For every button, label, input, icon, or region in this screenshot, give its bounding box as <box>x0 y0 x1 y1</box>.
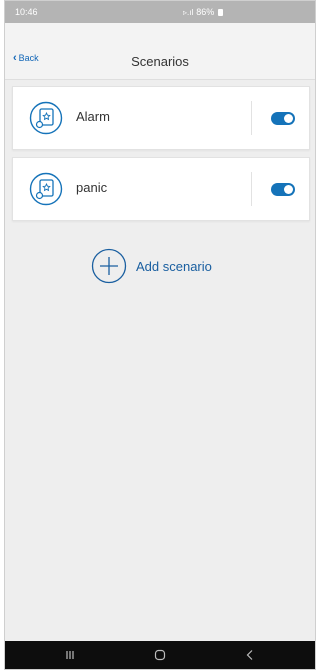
scenario-card-alarm[interactable]: Alarm <box>12 86 310 150</box>
toggle-knob <box>284 114 293 123</box>
page-title: Scenarios <box>131 54 189 69</box>
add-scenario-button[interactable]: Add scenario <box>91 248 212 284</box>
status-bar: 10:46 ▹.ıl 86% <box>5 1 315 23</box>
card-divider <box>251 101 252 135</box>
back-icon <box>246 650 253 660</box>
home-button[interactable] <box>145 641 175 669</box>
scenario-card-panic[interactable]: panic <box>12 157 310 221</box>
battery-percent: 86% <box>196 7 215 17</box>
system-back-button[interactable] <box>235 641 265 669</box>
scenario-icon <box>29 172 63 206</box>
battery-icon <box>218 8 224 16</box>
scenario-icon <box>29 101 63 135</box>
system-navigation-bar <box>5 641 315 669</box>
plus-circle-icon <box>91 248 127 284</box>
scenario-toggle-panic[interactable] <box>271 183 295 196</box>
toggle-knob <box>284 185 293 194</box>
add-scenario-label: Add scenario <box>136 258 212 274</box>
scenario-label: panic <box>76 180 108 195</box>
recents-icon <box>66 651 74 659</box>
card-divider <box>251 172 252 206</box>
phone-screen: 10:46 ▹.ıl 86% ‹ Back Scenarios Alarm pa… <box>4 0 316 670</box>
status-indicators: ▹.ıl 86% <box>183 7 224 17</box>
scenario-label: Alarm <box>76 109 110 124</box>
scenario-toggle-alarm[interactable] <box>271 112 295 125</box>
signal-icon: ▹.ıl <box>183 7 194 17</box>
status-time: 10:46 <box>15 7 38 17</box>
recents-button[interactable] <box>55 641 85 669</box>
header-bar: ‹ Back Scenarios <box>5 23 315 80</box>
home-icon <box>154 649 166 661</box>
